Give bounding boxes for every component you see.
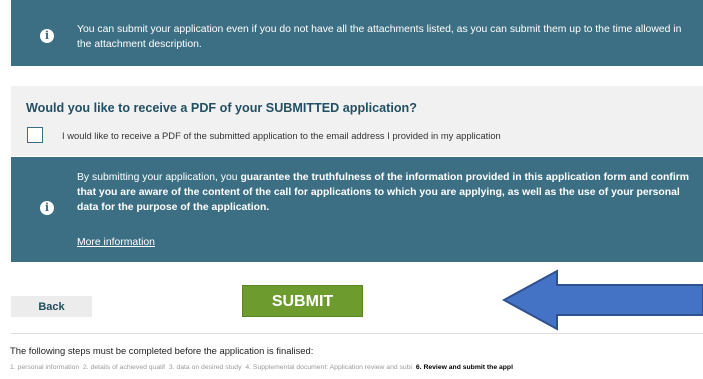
pdf-request-section: Would you like to receive a PDF of your … xyxy=(11,86,703,156)
info-icon: i xyxy=(40,201,54,215)
left-arrow-annotation-icon xyxy=(502,269,703,331)
step-item[interactable]: 4. Supplemental document: Application re… xyxy=(245,364,412,371)
pdf-request-checkbox[interactable] xyxy=(27,127,43,143)
more-information-link[interactable]: More information xyxy=(77,237,155,248)
declaration-text: By submitting your application, you guar… xyxy=(77,170,689,215)
pdf-section-title: Would you like to receive a PDF of your … xyxy=(26,101,417,115)
info-banner-attachments: i You can submit your application even i… xyxy=(11,0,703,66)
submit-button[interactable]: SUBMIT xyxy=(242,285,363,317)
pdf-request-label: I would like to receive a PDF of the sub… xyxy=(62,130,501,141)
steps-progress: 1. personal information 2. details of ac… xyxy=(10,364,515,371)
step-item[interactable]: 2. details of achieved qualif xyxy=(83,364,165,371)
info-banner-declaration: i By submitting your application, you gu… xyxy=(11,157,703,262)
step-item[interactable]: 1. personal information xyxy=(10,364,79,371)
info-banner-text: You can submit your application even if … xyxy=(77,24,682,50)
back-button[interactable]: Back xyxy=(11,296,92,317)
divider xyxy=(11,333,703,334)
step-item-current[interactable]: 6. Review and submit the appl xyxy=(416,364,513,371)
steps-intro: The following steps must be completed be… xyxy=(10,345,314,356)
info-icon: i xyxy=(40,29,54,43)
declaration-text-plain: By submitting your application, you xyxy=(77,172,241,183)
step-item[interactable]: 3. data on desired study xyxy=(169,364,242,371)
